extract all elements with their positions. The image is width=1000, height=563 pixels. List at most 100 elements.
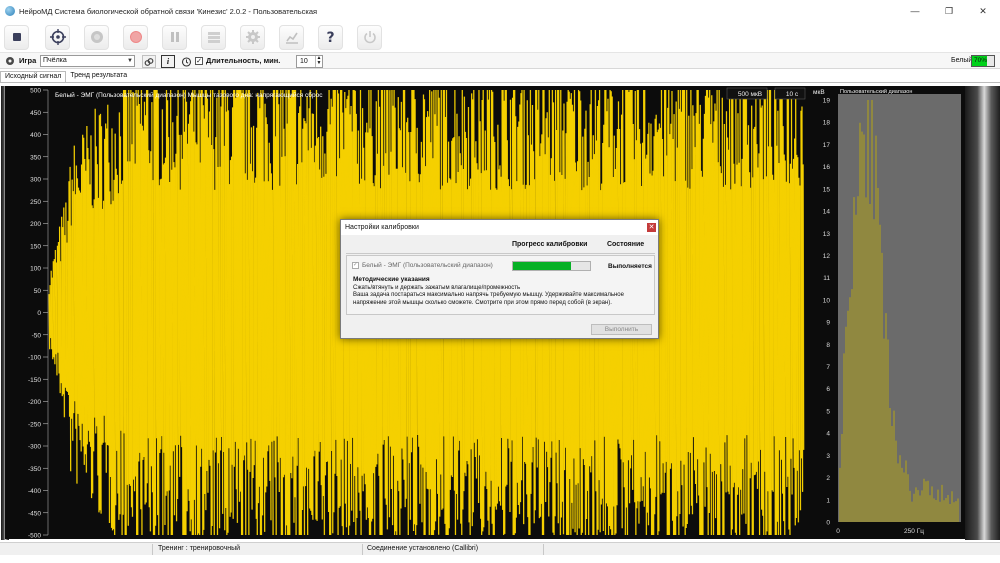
spectrum-unit-label: мкВ bbox=[813, 89, 825, 96]
stop-icon bbox=[12, 33, 21, 41]
spectrum-y-tick: 10 bbox=[823, 297, 831, 304]
state-column-header: Состояние bbox=[607, 241, 645, 248]
connection-status: Соединение установлено (Callibri) bbox=[367, 545, 479, 552]
spectrum-y-tick: 3 bbox=[826, 453, 830, 460]
y-tick-label: 100 bbox=[30, 266, 41, 273]
right-scroll-strip[interactable] bbox=[965, 86, 1000, 540]
link-button[interactable] bbox=[142, 55, 156, 68]
minimize-button[interactable]: — bbox=[898, 0, 932, 22]
channel-caption: Белый - ЭМГ (Пользовательский диапазон) … bbox=[55, 91, 323, 99]
tab-strip: Исходный сигнал Тренд результата bbox=[0, 70, 131, 82]
y-tick-label: -100 bbox=[28, 355, 41, 362]
alarm-clock-icon bbox=[181, 57, 192, 67]
spectrum-chart: мкВ Пользовательский диапазон 19 18 17 16 15 14… bbox=[808, 86, 965, 539]
channel-checkbox: ✓ bbox=[352, 262, 359, 269]
app-logo-icon bbox=[5, 6, 15, 16]
link-icon bbox=[144, 57, 154, 66]
spectrum-y-tick: 1 bbox=[826, 497, 830, 504]
channel-level-meter: 70% bbox=[971, 55, 995, 67]
duration-checkbox[interactable]: ✓ bbox=[195, 57, 203, 65]
calibration-dialog: Настройки калибровки ✕ Прогресс калибров… bbox=[340, 219, 659, 339]
power-icon bbox=[363, 31, 376, 44]
stack-button[interactable] bbox=[201, 24, 226, 50]
instruction-line-2: Ваша задача постараться максимально напр… bbox=[353, 292, 624, 306]
y-tick-label: -50 bbox=[32, 332, 42, 339]
game-label: Игра bbox=[19, 56, 37, 65]
duration-value: 10 bbox=[300, 58, 308, 65]
channel-percent: 70% bbox=[972, 56, 988, 66]
spectrum-y-tick: 4 bbox=[826, 431, 830, 438]
y-tick-label: 200 bbox=[30, 221, 41, 228]
y-tick-label: 400 bbox=[30, 132, 41, 139]
training-status: Тренинг : тренировочный bbox=[158, 545, 241, 552]
spectrum-y-tick: 9 bbox=[826, 320, 830, 327]
spectrum-y-tick: 18 bbox=[823, 120, 831, 127]
dialog-close-button[interactable]: ✕ bbox=[647, 223, 656, 232]
y-tick-label: 350 bbox=[30, 154, 41, 161]
title-bar: НейроМД Система биологической обратной с… bbox=[0, 0, 1000, 22]
pause-icon bbox=[170, 32, 179, 42]
spectrum-caption: Пользовательский диапазон bbox=[840, 88, 912, 95]
stop-button[interactable] bbox=[4, 24, 29, 50]
gamepad-icon bbox=[6, 57, 14, 65]
spectrum-y-tick: 11 bbox=[823, 275, 830, 282]
spectrum-y-tick: 12 bbox=[823, 253, 831, 260]
y-tick-label: 0 bbox=[37, 310, 41, 317]
tab-raw-signal[interactable]: Исходный сигнал bbox=[0, 71, 67, 82]
dialog-separator bbox=[346, 253, 655, 254]
help-icon: ? bbox=[326, 30, 334, 45]
duration-spinner[interactable]: 10 ▲ ▼ bbox=[296, 55, 323, 68]
spectrum-y-tick: 16 bbox=[823, 164, 831, 171]
settings-button[interactable] bbox=[240, 24, 265, 50]
record-button[interactable] bbox=[123, 24, 148, 50]
sensor-icon bbox=[90, 31, 103, 43]
spectrum-x-tick-250: 250 Гц bbox=[904, 528, 924, 535]
y-tick-label: -250 bbox=[28, 421, 41, 428]
spectrum-y-tick: 14 bbox=[823, 209, 831, 216]
power-button[interactable] bbox=[357, 24, 382, 50]
target-icon bbox=[49, 29, 66, 45]
y-tick-label: 300 bbox=[30, 177, 41, 184]
spectrum-y-tick: 2 bbox=[826, 475, 830, 482]
y-tick-label: -500 bbox=[28, 533, 41, 540]
help-button[interactable]: ? bbox=[318, 24, 343, 50]
spectrum-plot: мкВ Пользовательский диапазон191817161514… bbox=[808, 86, 965, 539]
sensor-button[interactable] bbox=[84, 24, 109, 50]
chart-button[interactable] bbox=[279, 24, 304, 50]
spectrum-y-tick: 17 bbox=[823, 142, 831, 149]
spectrum-y-tick: 6 bbox=[826, 386, 830, 393]
game-select[interactable]: Пчёлка ▼ bbox=[40, 55, 135, 67]
spinner-arrows-icon[interactable]: ▲ ▼ bbox=[315, 56, 322, 67]
spectrum-y-tick: 0 bbox=[826, 520, 830, 527]
options-bar: Игра Пчёлка ▼ i ✓ Длительность, мин. 10 … bbox=[0, 52, 1000, 69]
info-button[interactable]: i bbox=[161, 55, 175, 68]
pause-button[interactable] bbox=[162, 24, 187, 50]
y-tick-label: 500 bbox=[30, 88, 41, 95]
calibration-state: Выполняется bbox=[608, 263, 652, 270]
stack-icon bbox=[207, 32, 220, 43]
chart-icon bbox=[285, 32, 298, 44]
y-tick-label: -350 bbox=[28, 466, 41, 473]
y-tick-label: 50 bbox=[34, 288, 42, 295]
tab-result-trend[interactable]: Тренд результата bbox=[66, 71, 131, 82]
execute-button[interactable]: Выполнить bbox=[591, 324, 652, 335]
main-toolbar: ? bbox=[0, 22, 1000, 52]
target-button[interactable] bbox=[45, 24, 70, 50]
record-icon bbox=[129, 31, 142, 43]
y-tick-label: -450 bbox=[28, 510, 41, 517]
maximize-button[interactable]: ❐ bbox=[932, 0, 966, 22]
spectrum-background bbox=[838, 94, 961, 522]
chevron-down-icon: ▼ bbox=[127, 58, 133, 64]
y-tick-label: -200 bbox=[28, 399, 41, 406]
spectrum-y-tick: 7 bbox=[826, 364, 830, 371]
spectrum-x-tick-0: 0 bbox=[836, 528, 840, 535]
info-icon: i bbox=[166, 57, 170, 66]
spectrum-y-tick: 8 bbox=[826, 342, 830, 349]
gear-icon bbox=[245, 30, 260, 44]
y-tick-label: -400 bbox=[28, 488, 41, 495]
calibration-progress-fill bbox=[513, 262, 571, 270]
close-window-button[interactable]: ✕ bbox=[966, 0, 1000, 22]
y-tick-label: 150 bbox=[30, 243, 41, 250]
duration-label: Длительность, мин. bbox=[206, 56, 281, 65]
status-bar: Тренинг : тренировочный Соединение устан… bbox=[0, 542, 1000, 555]
